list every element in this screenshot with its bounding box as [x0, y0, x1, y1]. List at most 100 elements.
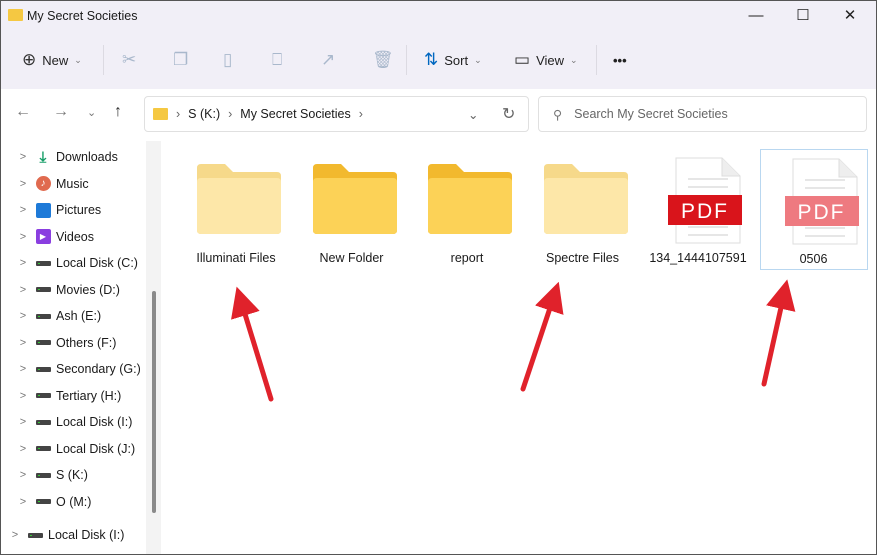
chevron-down-icon: ⌄ — [74, 54, 82, 65]
minimize-button[interactable]: — — [733, 3, 779, 29]
pdf-file-item[interactable]: PDF 134_1444107591 — [644, 149, 752, 270]
sidebar-item[interactable]: > Local Disk (I:) — [1, 409, 133, 435]
navigation-pane: > ⤓ Downloads > ♪ Music > Pictures > ▶ Videos > Loca… — [1, 141, 146, 554]
title-bar: My Secret Societies — ☐ ✕ ⊕ New ⌄ ✂ ❐ ▯ ⎕ … — [1, 1, 876, 89]
breadcrumb-drive[interactable]: S (K:) — [188, 107, 220, 121]
command-bar: ⊕ New ⌄ ✂ ❐ ▯ ⎕ ↗ 🗑 ⇅ Sort ⌄ ▭ View ⌄ ••• — [1, 41, 876, 79]
drive-icon — [35, 308, 51, 324]
sidebar-item[interactable]: > Ash (E:) — [1, 303, 101, 329]
divider — [406, 45, 407, 75]
sidebar-item[interactable]: > Local Disk (I:) — [1, 522, 125, 548]
refresh-icon[interactable]: ↻ — [502, 104, 515, 124]
chevron-right-icon[interactable]: > — [13, 496, 33, 508]
copy-icon: ❐ — [173, 50, 189, 69]
sidebar-item-label: Movies (D:) — [56, 282, 120, 297]
sidebar-item[interactable]: > ⤓ Downloads — [1, 144, 118, 170]
sort-icon: ⇅ — [424, 50, 439, 69]
address-dropdown-icon[interactable]: ⌄ — [468, 107, 478, 122]
address-bar[interactable]: › S (K:) › My Secret Societies › ⌄ ↻ — [144, 96, 529, 132]
folder-icon — [428, 164, 512, 234]
sidebar-item[interactable]: > Local Disk (J:) — [1, 436, 135, 462]
chevron-right-icon[interactable]: > — [13, 390, 33, 402]
sort-button[interactable]: ⇅ Sort ⌄ — [424, 41, 482, 79]
sidebar-item[interactable]: > Others (F:) — [1, 330, 117, 356]
sidebar-item-label: Downloads — [56, 150, 118, 164]
chevron-right-icon[interactable]: > — [13, 231, 33, 243]
chevron-right-icon: › — [358, 107, 363, 121]
chevron-right-icon[interactable]: > — [13, 337, 33, 349]
sidebar-item[interactable]: > ♪ Music — [1, 171, 89, 197]
sidebar-item-label: Others (F:) — [56, 335, 117, 350]
view-button[interactable]: ▭ View ⌄ — [514, 41, 578, 79]
sidebar-item-label: O (M:) — [56, 494, 92, 509]
download-icon: ⤓ — [39, 148, 47, 166]
sidebar-item[interactable]: > Local Disk (C:) — [1, 250, 138, 276]
search-placeholder: Search My Secret Societies — [574, 107, 728, 121]
sort-label: Sort — [444, 52, 469, 68]
chevron-right-icon[interactable]: > — [13, 284, 33, 296]
chevron-right-icon[interactable]: > — [13, 151, 33, 163]
folder-icon — [153, 108, 168, 120]
up-button[interactable]: ↑ — [114, 103, 122, 121]
chevron-right-icon[interactable]: > — [13, 178, 33, 190]
rename-button[interactable]: ⎕ — [272, 41, 282, 79]
sidebar-item[interactable]: > S (K:) — [1, 462, 88, 488]
scissors-icon: ✂ — [122, 50, 137, 69]
chevron-right-icon[interactable]: > — [13, 363, 33, 375]
paste-button[interactable]: ▯ — [223, 41, 232, 79]
sidebar-item[interactable]: > Movies (D:) — [1, 277, 120, 303]
back-button[interactable]: ← — [15, 103, 31, 121]
videos-icon: ▶ — [35, 229, 51, 245]
delete-button[interactable]: 🗑 — [372, 41, 394, 79]
sidebar-item[interactable]: > Secondary (G:) — [1, 356, 141, 382]
sidebar-item[interactable]: > Tertiary (H:) — [1, 383, 122, 409]
folder-item[interactable]: Illuminati Files — [182, 149, 290, 270]
drive-icon — [35, 467, 51, 483]
chevron-right-icon[interactable]: > — [13, 257, 33, 269]
more-options-button[interactable]: ••• — [613, 41, 627, 79]
recent-locations-button[interactable]: ⌄ — [87, 106, 96, 119]
sidebar-item[interactable]: > ▶ Videos — [1, 224, 94, 250]
copy-button[interactable]: ❐ — [173, 41, 188, 79]
chevron-right-icon[interactable]: > — [5, 529, 25, 541]
chevron-right-icon: › — [176, 107, 181, 121]
file-name: 0506 — [799, 252, 828, 266]
breadcrumb-folder[interactable]: My Secret Societies — [240, 107, 350, 121]
folder-item[interactable]: report — [413, 149, 521, 270]
chevron-down-icon: ⌄ — [570, 54, 578, 65]
share-icon: ↗ — [321, 50, 336, 69]
scrollbar-thumb[interactable] — [152, 291, 156, 513]
folder-item[interactable]: New Folder — [298, 149, 406, 270]
chevron-right-icon[interactable]: > — [13, 310, 33, 322]
share-button[interactable]: ↗ — [321, 41, 335, 79]
sidebar-item-label: Local Disk (J:) — [56, 441, 136, 456]
folder-icon — [543, 164, 628, 234]
sidebar-item-label: Local Disk (I:) — [48, 528, 125, 542]
drive-icon — [27, 527, 43, 543]
drive-icon — [35, 361, 51, 377]
forward-button[interactable]: → — [53, 103, 69, 121]
sidebar-item-label: Videos — [56, 229, 94, 244]
cut-button[interactable]: ✂ — [122, 41, 136, 79]
folder-item[interactable]: Spectre Files — [529, 149, 637, 270]
chevron-right-icon[interactable]: > — [13, 469, 33, 481]
pictures-icon — [35, 202, 51, 218]
monitor-icon: ▭ — [514, 50, 531, 69]
search-box[interactable]: ⚲ Search My Secret Societies — [538, 96, 867, 132]
sidebar-item-label: Music — [56, 176, 89, 191]
file-name: 134_1444107591 — [649, 251, 747, 265]
chevron-right-icon[interactable]: > — [13, 443, 33, 455]
close-button[interactable]: ✕ — [827, 3, 873, 29]
drive-icon — [35, 282, 51, 298]
new-button[interactable]: ⊕ New ⌄ — [22, 41, 82, 79]
sidebar-item[interactable]: > Pictures — [1, 197, 101, 223]
chevron-right-icon[interactable]: > — [13, 416, 33, 428]
pdf-file-item[interactable]: PDF 0506 — [759, 149, 868, 270]
pdf-badge: PDF — [681, 200, 729, 223]
sidebar-item[interactable]: > O (M:) — [1, 489, 92, 515]
maximize-button[interactable]: ☐ — [780, 3, 826, 29]
chevron-right-icon[interactable]: > — [13, 204, 33, 216]
folder-icon — [197, 164, 281, 234]
folder-icon — [8, 9, 23, 21]
new-label: New — [42, 52, 69, 68]
